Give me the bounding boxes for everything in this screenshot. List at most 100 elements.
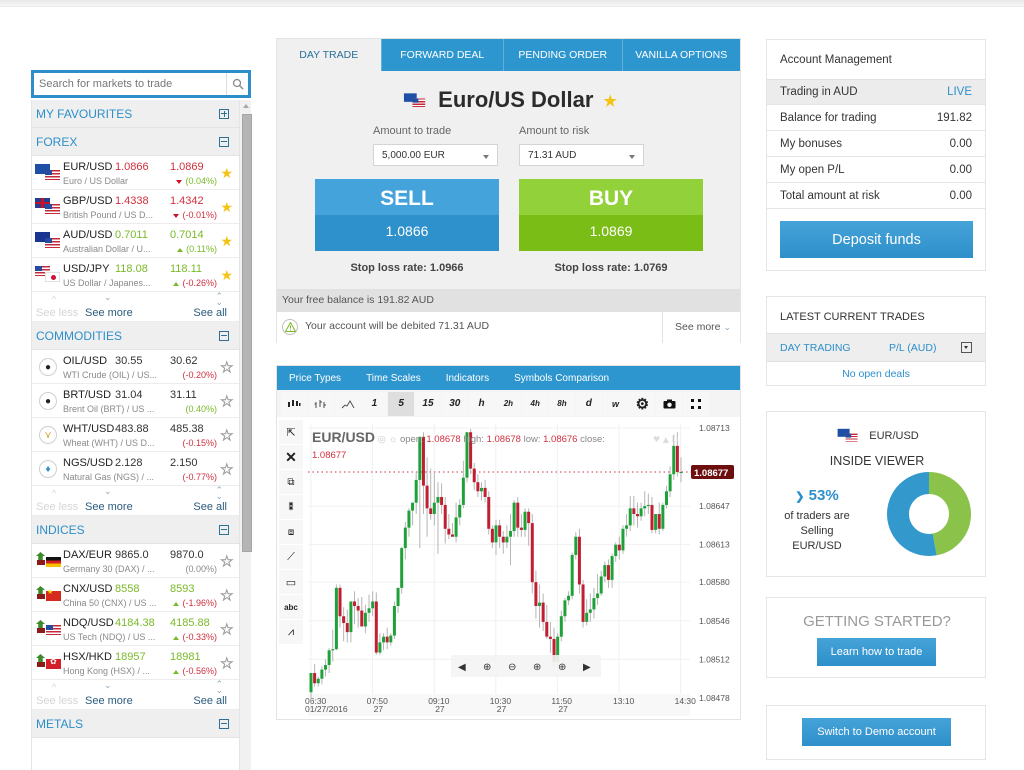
- buy-button[interactable]: BUY 1.0869: [519, 179, 703, 251]
- line-chart-icon[interactable]: [334, 391, 361, 416]
- category-indices[interactable]: INDICES: [32, 516, 239, 544]
- category-metals[interactable]: METALS: [32, 710, 239, 738]
- tab-vanilla-options[interactable]: VANILLA OPTIONS: [621, 39, 740, 71]
- search-button[interactable]: [226, 73, 248, 95]
- market-row[interactable]: CNX/USD8558 8593 China 50 (CNX) / US ... (-…: [32, 578, 239, 612]
- bid-price[interactable]: 2.128: [115, 457, 143, 469]
- market-row[interactable]: DAX/EUR 9865.0 9870.0 Germany 30 (DAX) / ..…: [32, 544, 239, 578]
- amount-to-risk-select[interactable]: 71.31 AUD: [519, 144, 644, 166]
- timeframe-15[interactable]: 15: [414, 391, 441, 416]
- settings-gear-icon[interactable]: ⚙: [629, 391, 656, 416]
- menu-price-types[interactable]: Price Types: [289, 373, 341, 384]
- see-all-link[interactable]: See all: [193, 307, 227, 319]
- ask-price[interactable]: 1.4342: [170, 195, 204, 207]
- scroll-right-icon[interactable]: ▶: [583, 662, 591, 673]
- category-forex[interactable]: FOREX: [32, 128, 239, 156]
- favourite-star-icon[interactable]: ★: [220, 234, 233, 248]
- ask-price[interactable]: 1.0869: [170, 161, 204, 173]
- market-row[interactable]: EUR/USD 1.0866 1.0869 Euro / US Dollar (0.04…: [32, 156, 239, 190]
- tab-day-trade[interactable]: DAY TRADE: [277, 39, 381, 71]
- menu-time-scales[interactable]: Time Scales: [366, 373, 421, 384]
- ask-price[interactable]: 8593: [170, 583, 194, 595]
- expand-icon[interactable]: [219, 108, 229, 119]
- see-more-link[interactable]: See more: [85, 695, 133, 707]
- bar-chart-icon[interactable]: [307, 391, 334, 416]
- text-abc-icon[interactable]: abc: [279, 595, 303, 620]
- favourite-star-icon[interactable]: ★: [220, 462, 234, 477]
- market-row[interactable]: ● OIL/USD 30.55 30.62 WTI Crude (OIL) / US..…: [32, 350, 239, 384]
- dropdown-icon[interactable]: [961, 342, 972, 353]
- ask-price[interactable]: 2.150: [170, 457, 198, 469]
- bid-price[interactable]: 30.55: [115, 355, 143, 367]
- deposit-funds-button[interactable]: Deposit funds: [780, 221, 973, 258]
- ask-price[interactable]: 30.62: [170, 355, 198, 367]
- market-row[interactable]: AUD/USD 0.7011 0.7014 Australian Dollar / U…: [32, 224, 239, 258]
- category-my-favourites[interactable]: MY FAVOURITES: [32, 100, 239, 128]
- rectangle-icon[interactable]: ▭: [279, 570, 303, 595]
- timeframe-5[interactable]: 5: [388, 391, 415, 416]
- see-more-link[interactable]: See more: [85, 307, 133, 319]
- see-less-link[interactable]: See less: [36, 501, 78, 513]
- ask-price[interactable]: 18981: [170, 651, 201, 663]
- bid-price[interactable]: 0.7011: [115, 229, 148, 241]
- clone-icon[interactable]: ⧈: [279, 520, 303, 545]
- ask-price[interactable]: 118.11: [170, 263, 202, 275]
- bid-price[interactable]: 118.08: [115, 263, 148, 275]
- collapse-icon[interactable]: [219, 136, 229, 147]
- timeframe-w[interactable]: w: [602, 391, 629, 416]
- ask-price[interactable]: 4185.88: [170, 617, 210, 629]
- bid-price[interactable]: 483.88: [115, 423, 149, 435]
- timeframe-30[interactable]: 30: [441, 391, 468, 416]
- see-more-button[interactable]: See more ⌄: [662, 312, 740, 343]
- switch-to-demo-button[interactable]: Switch to Demo account: [802, 718, 951, 746]
- pl-column[interactable]: P/L (AUD): [889, 342, 936, 354]
- timeframe-2h[interactable]: 2h: [495, 391, 522, 416]
- favourite-star-icon[interactable]: ★: [220, 588, 234, 603]
- timeframe-d[interactable]: d: [575, 391, 602, 416]
- amount-to-trade-select[interactable]: 5,000.00 EUR: [373, 144, 498, 166]
- timeframe-8h[interactable]: 8h: [548, 391, 575, 416]
- collapse-icon[interactable]: [219, 718, 229, 729]
- ask-price[interactable]: 9870.0: [170, 549, 204, 561]
- menu-indicators[interactable]: Indicators: [446, 373, 489, 384]
- menu-symbols-comparison[interactable]: Symbols Comparison: [514, 373, 609, 384]
- collapse-icon[interactable]: [219, 330, 229, 341]
- market-row[interactable]: USD/JPY 118.08 118.11 US Dollar / Japanes..…: [32, 258, 239, 292]
- see-all-link[interactable]: See all: [193, 695, 227, 707]
- cursor-pointer-icon[interactable]: ⇱: [279, 420, 303, 445]
- bid-price[interactable]: 31.04: [115, 389, 143, 401]
- trend-line-icon[interactable]: ⟋: [279, 545, 303, 570]
- favourite-star-icon[interactable]: ★: [220, 200, 233, 214]
- learn-how-to-trade-button[interactable]: Learn how to trade: [817, 638, 936, 666]
- timeframe-4h[interactable]: 4h: [522, 391, 549, 416]
- search-input[interactable]: [34, 74, 226, 94]
- favourite-star-icon[interactable]: ★: [220, 428, 234, 443]
- bid-price[interactable]: 1.0866: [115, 161, 149, 173]
- sell-button[interactable]: SELL 1.0866: [315, 179, 499, 251]
- camera-icon[interactable]: [656, 391, 683, 416]
- fullscreen-icon[interactable]: [682, 391, 709, 416]
- candlestick-chart-icon[interactable]: [281, 391, 307, 416]
- remove-selection-icon[interactable]: ⧉: [279, 470, 303, 495]
- favourite-star-icon[interactable]: ★: [220, 656, 234, 671]
- market-row[interactable]: NDQ/USD 4184.38 4185.88 US Tech (NDQ) / US …: [32, 612, 239, 646]
- see-more-link[interactable]: See more: [85, 501, 133, 513]
- scroll-left-icon[interactable]: ◀: [458, 662, 466, 673]
- scroll-up-arrow-icon[interactable]: [243, 104, 249, 108]
- category-commodities[interactable]: COMMODITIES: [32, 322, 239, 350]
- tab-forward-deal[interactable]: FORWARD DEAL: [380, 39, 504, 71]
- favourite-star-icon[interactable]: ★: [220, 554, 234, 569]
- zoom-range-icon[interactable]: ⊕: [533, 662, 541, 673]
- delete-all-drawings-icon[interactable]: ⁑: [279, 495, 303, 520]
- bid-price[interactable]: 8558: [115, 583, 139, 595]
- zoom-out-icon[interactable]: ⊖: [508, 662, 516, 673]
- favourite-star-icon[interactable]: ★: [220, 360, 234, 375]
- market-row[interactable]: HSX/HKD18957 18981 Hong Kong (HSX) / ... (-…: [32, 646, 239, 680]
- scrollbar-thumb[interactable]: [242, 114, 252, 552]
- market-row[interactable]: ♦ NGS/USD 2.128 2.150 Natural Gas (NGS) / ..…: [32, 452, 239, 486]
- tab-pending-order[interactable]: PENDING ORDER: [503, 39, 622, 71]
- day-trading-column[interactable]: DAY TRADING: [780, 342, 851, 354]
- price-chart[interactable]: 1.08478 1.08512 1.08546 1.08580 1.08613 1.086…: [303, 420, 739, 720]
- bid-price[interactable]: 9865.0: [115, 549, 149, 561]
- favourite-star-icon[interactable]: ★: [220, 268, 233, 282]
